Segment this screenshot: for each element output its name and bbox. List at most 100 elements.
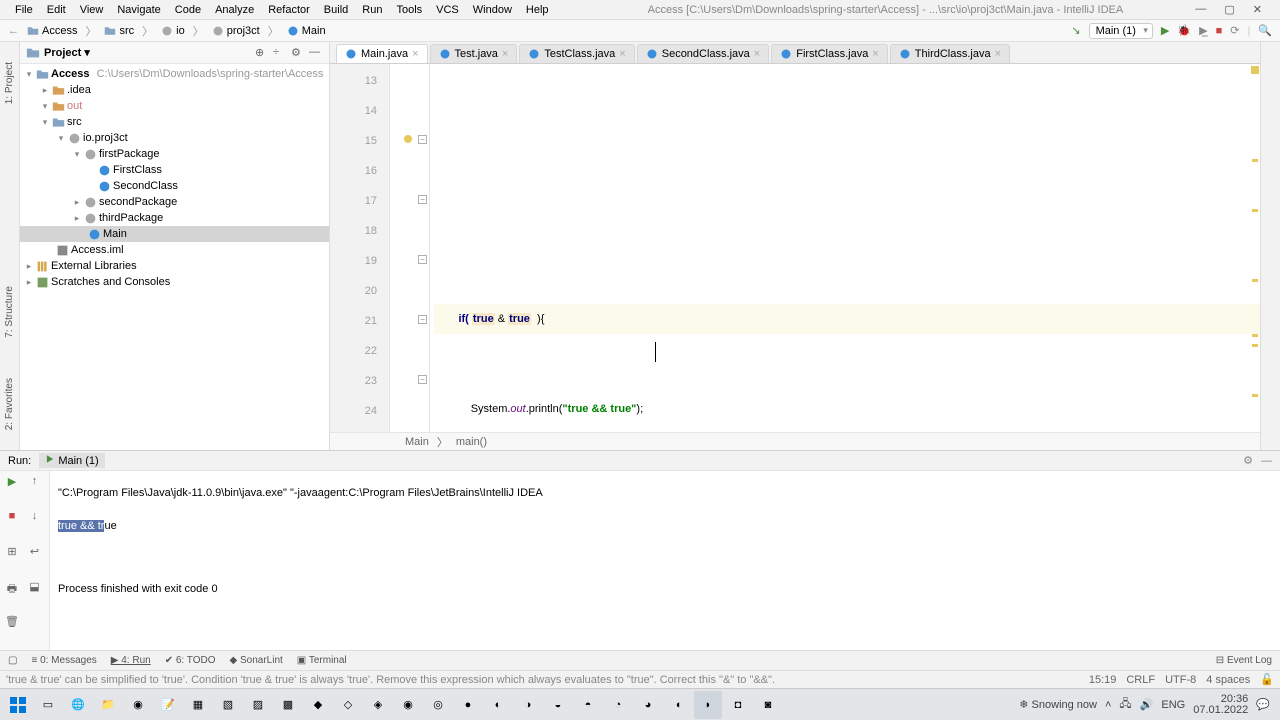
collapse-icon[interactable]: ÷ <box>273 46 287 60</box>
fold-icon[interactable]: − <box>418 315 427 324</box>
run-settings-icon[interactable]: ⚙ <box>1243 454 1253 467</box>
chrome-icon[interactable]: ◉ <box>124 691 152 719</box>
run-tool[interactable]: ▶ 4: Run <box>111 655 151 666</box>
crumb-io[interactable]: io <box>157 25 189 37</box>
intellij-icon[interactable]: ◗ <box>694 691 722 719</box>
minimize-button[interactable]: — <box>1195 3 1206 16</box>
explorer-icon[interactable]: 📁 <box>94 691 122 719</box>
app-icon[interactable]: ◉ <box>394 691 422 719</box>
app-icon[interactable]: ◆ <box>304 691 332 719</box>
encoding[interactable]: UTF-8 <box>1165 674 1196 686</box>
tree-ext-lib[interactable]: ▸External Libraries <box>20 258 329 274</box>
tree-src[interactable]: ▾src <box>20 114 329 130</box>
nav-back[interactable]: ← <box>8 25 19 37</box>
app-icon[interactable]: ◖ <box>664 691 692 719</box>
menu-analyze[interactable]: Analyze <box>208 4 261 16</box>
clear-button[interactable]: 🗑 <box>4 615 20 631</box>
tree-pkg[interactable]: ▾io.proj3ct <box>20 130 329 146</box>
tab-secondclass[interactable]: SecondClass.java× <box>637 44 770 63</box>
notepad-icon[interactable]: 📝 <box>154 691 182 719</box>
app-icon[interactable]: ◎ <box>424 691 452 719</box>
tree-out[interactable]: ▾out <box>20 98 329 114</box>
menu-view[interactable]: View <box>73 4 111 16</box>
system-tray[interactable]: ❄ Snowing now ˄ 🖧 🔊 ENG 20:3607.01.2022 … <box>1019 694 1276 716</box>
debug-button[interactable]: 🐞 <box>1177 24 1191 37</box>
tree-scratches[interactable]: ▸Scratches and Consoles <box>20 274 329 290</box>
tab-main[interactable]: Main.java× <box>336 44 428 63</box>
app-icon[interactable]: ◕ <box>634 691 662 719</box>
tree-third-pkg[interactable]: ▸thirdPackage <box>20 210 329 226</box>
menu-build[interactable]: Build <box>317 4 355 16</box>
edge-icon[interactable]: 🌐 <box>64 691 92 719</box>
tab-test[interactable]: Test.java× <box>430 44 518 63</box>
up-button[interactable]: ↑ <box>27 475 43 491</box>
code-editor[interactable]: 13141516171819202122232425 − − − − − − i… <box>330 64 1260 432</box>
print-button[interactable]: 🖶 <box>4 580 20 596</box>
fold-icon[interactable]: − <box>418 135 427 144</box>
tab-thirdclass[interactable]: ThirdClass.java× <box>890 44 1010 63</box>
menu-refactor[interactable]: Refactor <box>261 4 317 16</box>
app-icon[interactable]: ◑ <box>514 691 542 719</box>
wrap-button[interactable]: ↩ <box>27 545 43 561</box>
breadcrumb[interactable]: Main〉main() <box>330 432 1260 450</box>
sonarlint-tool[interactable]: ◆ SonarLint <box>230 655 283 666</box>
close-icon[interactable]: × <box>412 48 418 60</box>
menu-vcs[interactable]: VCS <box>429 4 466 16</box>
notifications-icon[interactable]: 💬 <box>1256 698 1270 711</box>
menu-edit[interactable]: Edit <box>40 4 73 16</box>
stop-button[interactable]: ■ <box>1216 25 1223 37</box>
menu-window[interactable]: Window <box>466 4 519 16</box>
menu-tools[interactable]: Tools <box>389 4 429 16</box>
menu-help[interactable]: Help <box>519 4 556 16</box>
event-log-tool[interactable]: ⊟ Event Log <box>1216 655 1272 666</box>
tree-firstclass[interactable]: FirstClass <box>20 162 329 178</box>
readonly-icon[interactable]: 🔓 <box>1260 673 1274 686</box>
todo-tool[interactable]: ✔ 6: TODO <box>165 655 216 666</box>
tree-project-root[interactable]: ▾Access C:\Users\Dm\Downloads\spring-sta… <box>20 66 329 82</box>
app-icon[interactable]: ◒ <box>544 691 572 719</box>
fold-icon[interactable]: − <box>418 195 427 204</box>
language-icon[interactable]: ENG <box>1161 699 1185 711</box>
crumb-pkg[interactable]: proj3ct <box>208 25 264 37</box>
run-config-selector[interactable]: Main (1) <box>1089 23 1153 39</box>
app-icon[interactable]: ◔ <box>604 691 632 719</box>
project-tool-button[interactable]: 1: Project <box>4 62 15 104</box>
app-icon[interactable]: ◐ <box>484 691 512 719</box>
tree-main[interactable]: Main <box>20 226 329 242</box>
start-button[interactable] <box>4 691 32 719</box>
line-sep[interactable]: CRLF <box>1126 674 1155 686</box>
build-icon[interactable]: ↘ <box>1071 24 1080 37</box>
warning-icon[interactable] <box>404 135 412 143</box>
scroll-button[interactable]: ⬓ <box>27 580 43 596</box>
volume-icon[interactable]: 🔊 <box>1140 698 1154 711</box>
down-button[interactable]: ↓ <box>27 510 43 526</box>
project-tree[interactable]: ▾Access C:\Users\Dm\Downloads\spring-sta… <box>20 64 329 450</box>
maximize-button[interactable]: ▢ <box>1224 3 1234 16</box>
messages-tool[interactable]: ≡ 0: Messages <box>31 655 96 666</box>
close-button[interactable]: ✕ <box>1253 3 1262 16</box>
tab-firstclass[interactable]: FirstClass.java× <box>771 44 888 63</box>
warning-indicator[interactable] <box>1251 66 1259 74</box>
stop-run-button[interactable]: ■ <box>4 510 20 526</box>
menu-run[interactable]: Run <box>355 4 389 16</box>
fold-icon[interactable]: − <box>418 255 427 264</box>
crumb-file[interactable]: Main <box>283 25 330 37</box>
task-view[interactable]: ▭ <box>34 691 62 719</box>
console-output[interactable]: "C:\Program Files\Java\jdk-11.0.9\bin\ja… <box>50 471 1280 650</box>
app-icon[interactable]: ◙ <box>754 691 782 719</box>
menu-file[interactable]: File <box>8 4 40 16</box>
search-everywhere[interactable]: 🔍 <box>1258 24 1272 37</box>
update-button[interactable]: ⟳ <box>1230 24 1239 37</box>
run-hide-icon[interactable]: — <box>1261 455 1272 467</box>
cursor-position[interactable]: 15:19 <box>1089 674 1117 686</box>
locate-icon[interactable]: ⊕ <box>255 46 269 60</box>
app-icon[interactable]: ▧ <box>214 691 242 719</box>
terminal-tool[interactable]: ▣ Terminal <box>297 655 347 666</box>
run-config-name[interactable]: Main (1) <box>39 453 104 468</box>
app-icon[interactable]: ▩ <box>274 691 302 719</box>
tray-chevron[interactable]: ˄ <box>1105 699 1111 711</box>
indent[interactable]: 4 spaces <box>1206 674 1250 686</box>
tree-iml[interactable]: Access.iml <box>20 242 329 258</box>
settings-icon[interactable]: ⚙ <box>291 46 305 60</box>
rerun-button[interactable]: ▶ <box>4 475 20 491</box>
